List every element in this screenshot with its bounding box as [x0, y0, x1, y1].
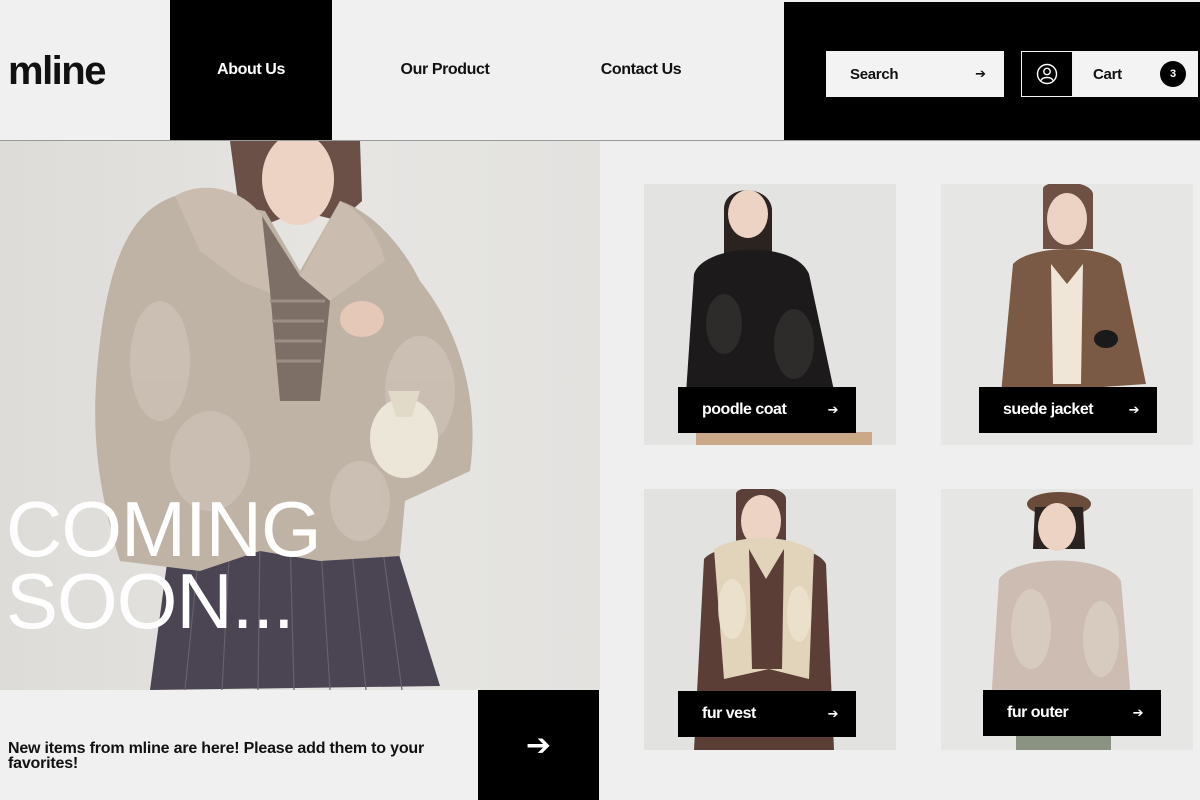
site-header: mline About Us Our Product Contact Us Se…: [0, 0, 1200, 141]
hero-headline: COMING SOON...: [6, 485, 322, 645]
search-button[interactable]: Search ➔: [826, 51, 1004, 97]
brand-logo[interactable]: mline: [8, 46, 106, 96]
cart-label: Cart: [1093, 65, 1122, 83]
user-circle-icon: [1036, 63, 1058, 85]
arrow-right-icon: ➔: [525, 728, 552, 762]
hero-banner[interactable]: COMING SOON...: [0, 141, 600, 690]
header-utility-bar: Search ➔ Cart 3: [784, 2, 1200, 140]
product-card-fur-vest[interactable]: fur vest ➔: [644, 489, 896, 750]
product-label-button[interactable]: fur outer ➔: [983, 690, 1161, 736]
arrow-right-icon: ➔: [827, 402, 839, 417]
cart-count-badge: 3: [1160, 61, 1186, 87]
product-label-button[interactable]: poodle coat ➔: [678, 387, 856, 433]
arrow-right-icon: ➔: [975, 66, 986, 81]
account-button[interactable]: [1021, 51, 1073, 97]
product-label-button[interactable]: suede jacket ➔: [979, 387, 1157, 433]
promo-text: New items from mline are here! Please ad…: [8, 740, 424, 772]
product-name: suede jacket: [1003, 401, 1094, 418]
cart-button[interactable]: Cart 3: [1073, 51, 1198, 97]
product-name: poodle coat: [702, 401, 787, 418]
product-name: fur vest: [702, 705, 756, 722]
arrow-right-icon: ➔: [1128, 402, 1140, 417]
product-card-poodle-coat[interactable]: poodle coat ➔: [644, 184, 896, 445]
nav-about-us[interactable]: About Us: [170, 0, 332, 140]
product-label-button[interactable]: fur vest ➔: [678, 691, 856, 737]
nav-contact-us[interactable]: Contact Us: [556, 0, 726, 140]
promo-section: New items from mline are here! Please ad…: [0, 690, 478, 800]
product-card-fur-outer[interactable]: fur outer ➔: [941, 489, 1193, 750]
product-card-suede-jacket[interactable]: suede jacket ➔: [941, 184, 1193, 445]
arrow-right-icon: ➔: [1132, 705, 1144, 720]
hero-headline-line-1: COMING: [6, 485, 322, 573]
hero-headline-line-2: SOON...: [6, 557, 295, 645]
search-label: Search: [850, 65, 899, 83]
nav-our-product[interactable]: Our Product: [360, 0, 530, 140]
product-name: fur outer: [1007, 704, 1069, 721]
arrow-right-icon: ➔: [827, 706, 839, 721]
promo-arrow-button[interactable]: ➔: [478, 690, 599, 800]
